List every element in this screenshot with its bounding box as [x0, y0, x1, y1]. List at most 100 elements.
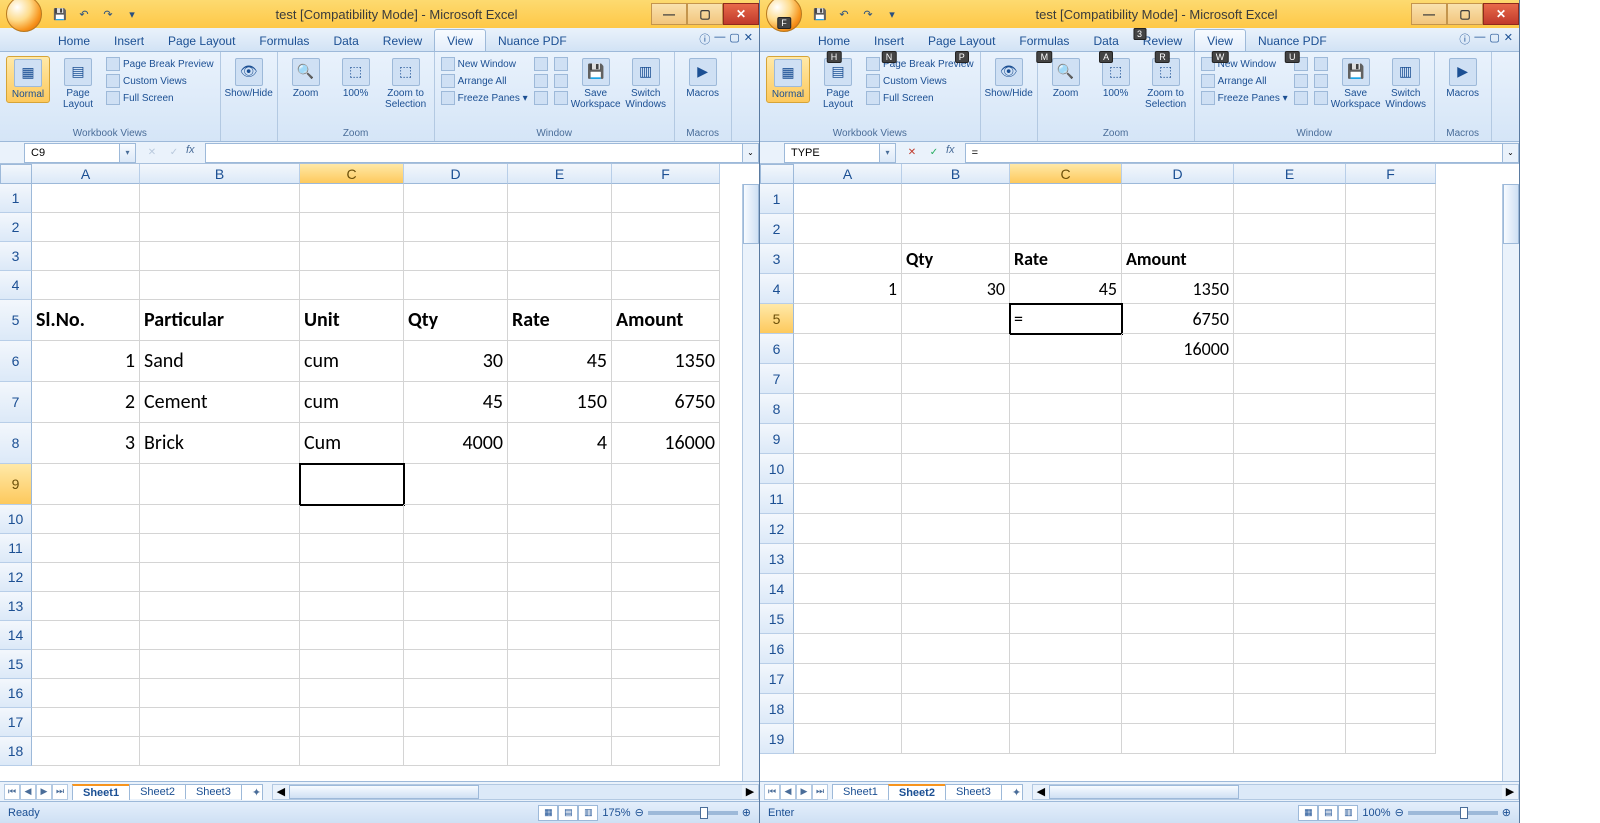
- normal-view-button[interactable]: ▦Normal: [6, 56, 50, 103]
- cell-E19[interactable]: [1234, 724, 1346, 754]
- cell-E14[interactable]: [1234, 574, 1346, 604]
- qat-customize-icon[interactable]: ▾: [882, 4, 902, 24]
- page-layout-view-icon[interactable]: ▤: [1318, 805, 1338, 821]
- macros-button[interactable]: ▶Macros: [1441, 56, 1485, 101]
- row-header-10[interactable]: 10: [0, 505, 32, 534]
- cell-F4[interactable]: [1346, 274, 1436, 304]
- tab-insert[interactable]: Insert: [102, 30, 156, 51]
- tab-view[interactable]: View: [434, 29, 486, 51]
- cell-C4[interactable]: [300, 271, 404, 300]
- select-all-button[interactable]: [760, 164, 794, 184]
- cell-A4[interactable]: 1: [794, 274, 902, 304]
- cell-A16[interactable]: [32, 679, 140, 708]
- cell-B2[interactable]: [140, 213, 300, 242]
- name-box[interactable]: C9: [24, 143, 120, 163]
- cell-E3[interactable]: [1234, 244, 1346, 274]
- cell-F13[interactable]: [612, 592, 720, 621]
- minimize-button[interactable]: —: [1411, 3, 1447, 25]
- full-screen-button[interactable]: Full Screen: [106, 90, 214, 106]
- page-layout-button[interactable]: ▤Page Layout: [816, 56, 860, 112]
- save-workspace-button[interactable]: 💾Save Workspace: [574, 56, 618, 112]
- row-header-16[interactable]: 16: [0, 679, 32, 708]
- scroll-left-icon[interactable]: ◀: [1033, 785, 1049, 798]
- cell-D18[interactable]: [404, 737, 508, 766]
- cell-E13[interactable]: [508, 592, 612, 621]
- page-break-view-icon[interactable]: ▥: [1338, 805, 1358, 821]
- row-header-18[interactable]: 18: [760, 694, 794, 724]
- cell-C7[interactable]: [1010, 364, 1122, 394]
- cell-D9[interactable]: [1122, 424, 1234, 454]
- cancel-edit-icon[interactable]: ✕: [902, 144, 922, 162]
- col-header-B[interactable]: B: [140, 164, 300, 184]
- maximize-button[interactable]: ▢: [1447, 3, 1483, 25]
- cell-C1[interactable]: [300, 184, 404, 213]
- cell-F7[interactable]: [1346, 364, 1436, 394]
- maximize-button[interactable]: ▢: [687, 3, 723, 25]
- cell-B12[interactable]: [140, 563, 300, 592]
- sheet-nav-last-icon[interactable]: ⏭: [52, 784, 68, 800]
- horizontal-scrollbar[interactable]: ◀▶: [1032, 784, 1519, 800]
- cell-B5[interactable]: Particular: [140, 300, 300, 341]
- sheet-tab-sheet1[interactable]: Sheet1: [832, 784, 889, 799]
- tab-data[interactable]: DataA: [1081, 30, 1130, 51]
- col-header-A[interactable]: A: [32, 164, 140, 184]
- cell-E16[interactable]: [508, 679, 612, 708]
- cell-A3[interactable]: [794, 244, 902, 274]
- cell-C9[interactable]: [300, 464, 404, 505]
- row-header-16[interactable]: 16: [760, 634, 794, 664]
- cell-B6[interactable]: [902, 334, 1010, 364]
- cell-B9[interactable]: [140, 464, 300, 505]
- cell-F14[interactable]: [612, 621, 720, 650]
- col-header-F[interactable]: F: [1346, 164, 1436, 184]
- cell-D9[interactable]: [404, 464, 508, 505]
- row-header-5[interactable]: 5: [760, 304, 794, 334]
- cell-F7[interactable]: 6750: [612, 382, 720, 423]
- cell-A13[interactable]: [794, 544, 902, 574]
- cell-E11[interactable]: [1234, 484, 1346, 514]
- qat-save-icon[interactable]: 💾1: [810, 4, 830, 24]
- cell-C16[interactable]: [300, 679, 404, 708]
- cell-F3[interactable]: [612, 242, 720, 271]
- col-header-B[interactable]: B: [902, 164, 1010, 184]
- qat-undo-icon[interactable]: ↶: [74, 4, 94, 24]
- zoom-in-button[interactable]: ⊕: [742, 806, 751, 819]
- macros-button[interactable]: ▶Macros: [681, 56, 725, 101]
- sheet-nav-first-icon[interactable]: ⏮: [4, 784, 20, 800]
- cell-D13[interactable]: [1122, 544, 1234, 574]
- cell-C12[interactable]: [1010, 514, 1122, 544]
- cell-D14[interactable]: [1122, 574, 1234, 604]
- normal-view-icon[interactable]: ▦: [1298, 805, 1318, 821]
- cell-C5[interactable]: =: [1010, 304, 1122, 334]
- close-button[interactable]: ✕: [723, 3, 759, 25]
- qat-undo-icon[interactable]: ↶2: [834, 4, 854, 24]
- sheet-nav-next-icon[interactable]: ▶: [796, 784, 812, 800]
- cell-C5[interactable]: Unit: [300, 300, 404, 341]
- col-header-F[interactable]: F: [612, 164, 720, 184]
- cell-F1[interactable]: [1346, 184, 1436, 214]
- cell-D7[interactable]: 45: [404, 382, 508, 423]
- cell-D3[interactable]: Amount: [1122, 244, 1234, 274]
- save-workspace-button[interactable]: 💾Save Workspace: [1334, 56, 1378, 112]
- cell-F2[interactable]: [612, 213, 720, 242]
- row-header-11[interactable]: 11: [0, 534, 32, 563]
- cell-E17[interactable]: [1234, 664, 1346, 694]
- scroll-right-icon[interactable]: ▶: [1502, 785, 1518, 798]
- cell-A12[interactable]: [32, 563, 140, 592]
- row-header-13[interactable]: 13: [760, 544, 794, 574]
- zoom-level[interactable]: 175%: [602, 807, 630, 819]
- cell-B15[interactable]: [902, 604, 1010, 634]
- col-header-D[interactable]: D: [1122, 164, 1234, 184]
- cell-C1[interactable]: [1010, 184, 1122, 214]
- cell-D2[interactable]: [404, 213, 508, 242]
- cell-D16[interactable]: [1122, 634, 1234, 664]
- cell-D16[interactable]: [404, 679, 508, 708]
- cell-E5[interactable]: [1234, 304, 1346, 334]
- cell-B7[interactable]: Cement: [140, 382, 300, 423]
- cell-D8[interactable]: 4000: [404, 423, 508, 464]
- row-header-2[interactable]: 2: [760, 214, 794, 244]
- qat-save-icon[interactable]: 💾: [50, 4, 70, 24]
- select-all-button[interactable]: [0, 164, 32, 184]
- cell-A13[interactable]: [32, 592, 140, 621]
- cell-E7[interactable]: [1234, 364, 1346, 394]
- sheet-nav-last-icon[interactable]: ⏭: [812, 784, 828, 800]
